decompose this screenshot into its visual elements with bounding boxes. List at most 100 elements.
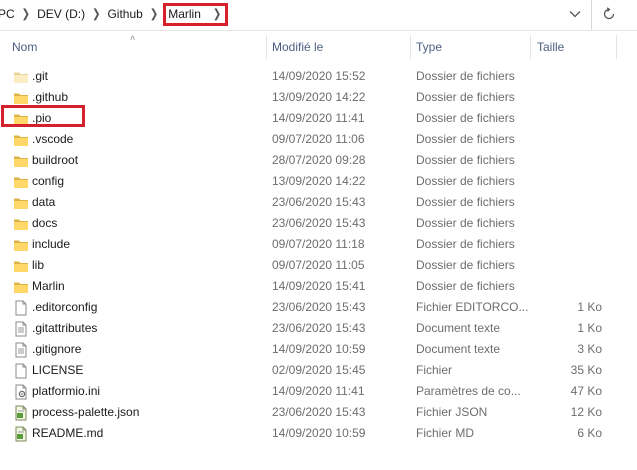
file-name: Marlin (32, 279, 65, 293)
file-name: platformio.ini (32, 384, 101, 398)
file-row[interactable]: include 09/07/2020 11:18 Dossier de fichie… (0, 234, 637, 255)
file-modified: 14/09/2020 10:59 (272, 342, 366, 356)
column-divider[interactable] (410, 35, 411, 59)
column-divider[interactable] (266, 35, 267, 59)
file-row[interactable]: platformio.ini 14/09/2020 11:41 Paramètres… (0, 381, 637, 402)
file-type: Dossier de fichiers (416, 153, 515, 167)
file-size (536, 213, 602, 234)
file-name: README.md (32, 426, 104, 440)
file-row[interactable]: .github 13/09/2020 14:22 Dossier de fichie… (0, 87, 637, 108)
file-name: lib (32, 258, 45, 272)
text-file-icon (13, 342, 29, 358)
file-type: Fichier JSON (416, 405, 488, 419)
file-size (536, 255, 602, 276)
folder-icon (13, 69, 29, 85)
column-header-type[interactable]: Type (416, 31, 442, 59)
file-row[interactable]: .vscode 09/07/2020 11:06 Dossier de fichie… (0, 129, 637, 150)
file-modified: 23/06/2020 15:43 (272, 216, 366, 230)
file-type: Fichier (416, 363, 453, 377)
column-header-name[interactable]: Nom (12, 31, 37, 59)
file-size (536, 171, 602, 192)
file-icon (13, 363, 29, 379)
file-row[interactable]: process-palette.json 23/06/2020 15:43 Fich… (0, 402, 637, 423)
file-modified: 23/06/2020 15:43 (272, 405, 366, 419)
folder-icon (13, 279, 29, 295)
folder-icon (13, 258, 29, 274)
file-row[interactable]: config 13/09/2020 14:22 Dossier de fichier… (0, 171, 637, 192)
file-modified: 14/09/2020 15:52 (272, 69, 366, 83)
sort-ascending-icon: ˄ (130, 33, 136, 43)
file-modified: 14/09/2020 11:41 (272, 384, 365, 398)
file-size (536, 87, 602, 108)
file-name: include (32, 237, 71, 251)
file-size (536, 129, 602, 150)
file-row[interactable]: buildroot 28/07/2020 09:28 Dossier de fich… (0, 150, 637, 171)
folder-icon (13, 153, 29, 169)
file-name: .pio (32, 111, 52, 125)
file-type: Dossier de fichiers (416, 90, 515, 104)
file-type: Dossier de fichiers (416, 111, 515, 125)
breadcrumb-item-drive[interactable]: DEV (D:) (37, 7, 85, 21)
file-row[interactable]: docs 23/06/2020 15:43 Dossier de fichiers (0, 213, 637, 234)
file-size (536, 234, 602, 255)
folder-icon (13, 90, 29, 106)
file-size: 3 Ko (577, 342, 602, 356)
breadcrumb-item-current[interactable]: Marlin (168, 7, 201, 21)
file-type: Dossier de fichiers (416, 69, 515, 83)
chevron-right-icon[interactable]: ❯ (22, 7, 30, 20)
file-type: Dossier de fichiers (416, 258, 515, 272)
file-modified: 23/06/2020 15:43 (272, 300, 366, 314)
address-bar[interactable]: PC ❯ DEV (D:) ❯ Github ❯ Marlin ❯ (0, 0, 637, 31)
file-type: Fichier MD (416, 426, 475, 440)
file-row[interactable]: .git 14/09/2020 15:52 Dossier de fichiers (0, 66, 637, 87)
file-size: 1 Ko (577, 321, 602, 335)
file-row[interactable]: README.md 14/09/2020 10:59 Fichier MD 6 Ko (0, 423, 637, 444)
breadcrumb-item-pc[interactable]: PC (0, 7, 15, 21)
file-type: Dossier de fichiers (416, 132, 515, 146)
file-modified: 28/07/2020 09:28 (272, 153, 366, 167)
column-divider[interactable] (530, 35, 531, 59)
file-row[interactable]: .gitignore 14/09/2020 10:59 Document texte… (0, 339, 637, 360)
file-size: 35 Ko (570, 363, 602, 377)
file-type: Fichier EDITORCO... (416, 300, 528, 314)
file-name: .git (32, 69, 49, 83)
column-header-modified[interactable]: Modifié le (272, 31, 323, 59)
column-header-size[interactable]: Taille (537, 31, 564, 59)
chevron-down-icon (569, 11, 581, 18)
address-divider (591, 0, 592, 30)
file-type: Dossier de fichiers (416, 279, 515, 293)
chevron-right-icon[interactable]: ❯ (150, 7, 158, 20)
refresh-icon (603, 7, 615, 20)
file-row[interactable]: data 23/06/2020 15:43 Dossier de fichiers (0, 192, 637, 213)
file-size (536, 150, 602, 171)
file-modified: 13/09/2020 14:22 (272, 90, 366, 104)
chevron-right-icon[interactable]: ❯ (213, 7, 221, 20)
file-size (536, 66, 602, 87)
file-modified: 02/09/2020 15:45 (272, 363, 366, 377)
file-name: data (32, 195, 56, 209)
chevron-right-icon[interactable]: ❯ (92, 7, 100, 20)
breadcrumb-item-github[interactable]: Github (107, 7, 142, 21)
column-divider[interactable] (616, 35, 617, 59)
file-size: 6 Ko (577, 426, 602, 440)
file-type: Dossier de fichiers (416, 195, 515, 209)
settings-file-icon (13, 384, 29, 400)
file-row[interactable]: LICENSE 02/09/2020 15:45 Fichier 35 Ko (0, 360, 637, 381)
folder-icon (13, 195, 29, 211)
file-modified: 09/07/2020 11:05 (272, 258, 365, 272)
file-size (536, 192, 602, 213)
file-size: 1 Ko (577, 300, 602, 314)
file-icon (13, 300, 29, 316)
file-row[interactable]: .editorconfig 23/06/2020 15:43 Fichier EDI… (0, 297, 637, 318)
json-file-icon (13, 405, 29, 421)
file-row[interactable]: .pio 14/09/2020 11:41 Dossier de fichiers (0, 108, 637, 129)
file-row[interactable]: Marlin 14/09/2020 15:41 Dossier de fichier… (0, 276, 637, 297)
file-modified: 23/06/2020 15:43 (272, 321, 366, 335)
column-header-row: ˄ Nom Modifié le Type Taille (0, 31, 637, 59)
file-row[interactable]: .gitattributes 23/06/2020 15:43 Document t… (0, 318, 637, 339)
file-name: LICENSE (32, 363, 84, 377)
file-row[interactable]: lib 09/07/2020 11:05 Dossier de fichiers (0, 255, 637, 276)
refresh-button[interactable] (597, 3, 621, 25)
text-file-icon (13, 321, 29, 337)
address-dropdown-button[interactable] (563, 4, 587, 24)
